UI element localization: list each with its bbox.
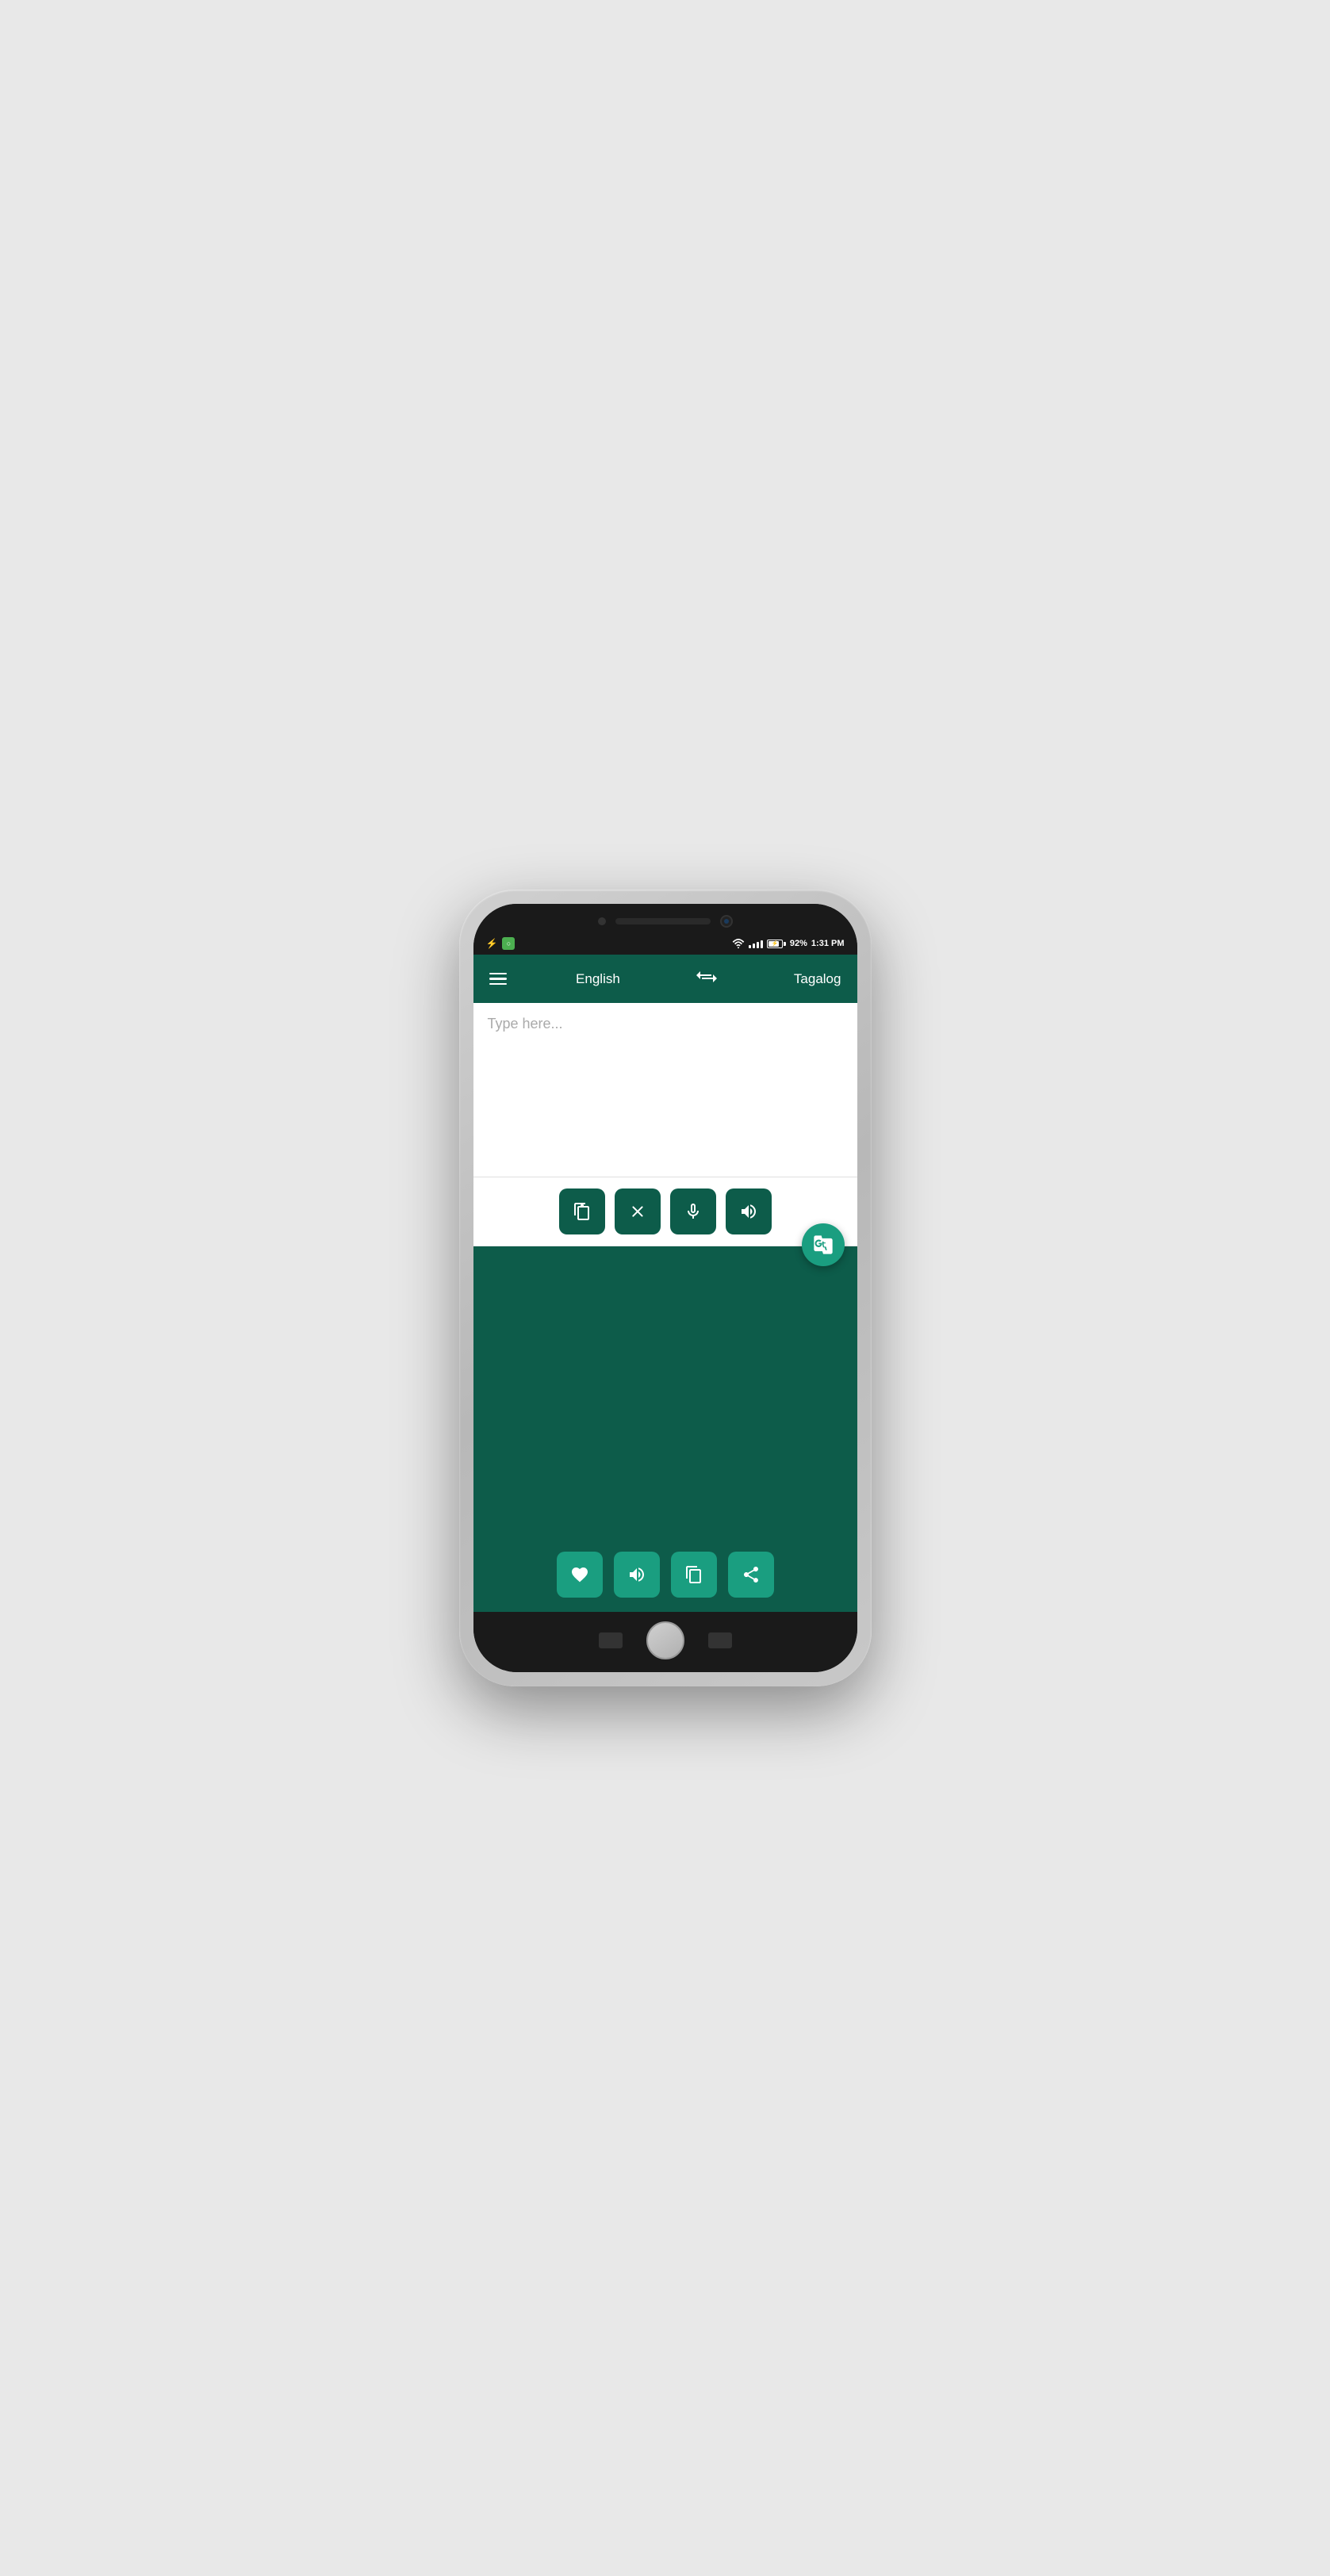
- time-display: 1:31 PM: [811, 939, 845, 948]
- favorite-button[interactable]: [557, 1552, 603, 1598]
- top-bezel: [473, 904, 857, 936]
- battery-percent: 92%: [790, 939, 807, 948]
- clipboard-button[interactable]: [559, 1188, 605, 1234]
- wifi-icon: [732, 939, 745, 948]
- recents-button[interactable]: [708, 1632, 732, 1648]
- speaker-dot-left: [598, 917, 606, 925]
- input-actions-bar: [473, 1177, 857, 1246]
- back-button[interactable]: [599, 1632, 623, 1648]
- bottom-bezel: [473, 1612, 857, 1672]
- output-area: [473, 1246, 857, 1541]
- output-actions-bar: [473, 1541, 857, 1612]
- copy-output-button[interactable]: [671, 1552, 717, 1598]
- front-camera: [720, 915, 733, 928]
- usb-icon: ⚡: [486, 938, 498, 949]
- phone-frame: ⚡ ○: [459, 890, 872, 1686]
- status-bar: ⚡ ○: [473, 936, 857, 955]
- battery-icon: ⚡: [767, 940, 786, 948]
- status-left: ⚡ ○: [486, 937, 516, 950]
- target-language[interactable]: Tagalog: [794, 971, 841, 987]
- app-notification-icon: ○: [502, 937, 515, 950]
- speaker-grille: [615, 918, 711, 924]
- source-language[interactable]: English: [576, 971, 620, 987]
- swap-languages-button[interactable]: [689, 966, 724, 992]
- clear-button[interactable]: [615, 1188, 661, 1234]
- app-header: English Tagalog: [473, 955, 857, 1003]
- app-screen: English Tagalog Type here...: [473, 955, 857, 1612]
- phone-screen: ⚡ ○: [473, 904, 857, 1672]
- input-placeholder: Type here...: [473, 1003, 857, 1045]
- speaker-input-button[interactable]: [726, 1188, 772, 1234]
- signal-icon: [749, 939, 763, 948]
- microphone-button[interactable]: [670, 1188, 716, 1234]
- status-right: ⚡ 92% 1:31 PM: [732, 939, 845, 948]
- google-translate-button[interactable]: [802, 1223, 845, 1266]
- home-button[interactable]: [646, 1621, 684, 1659]
- share-button[interactable]: [728, 1552, 774, 1598]
- menu-button[interactable]: [489, 973, 507, 986]
- input-area[interactable]: Type here...: [473, 1003, 857, 1177]
- speaker-output-button[interactable]: [614, 1552, 660, 1598]
